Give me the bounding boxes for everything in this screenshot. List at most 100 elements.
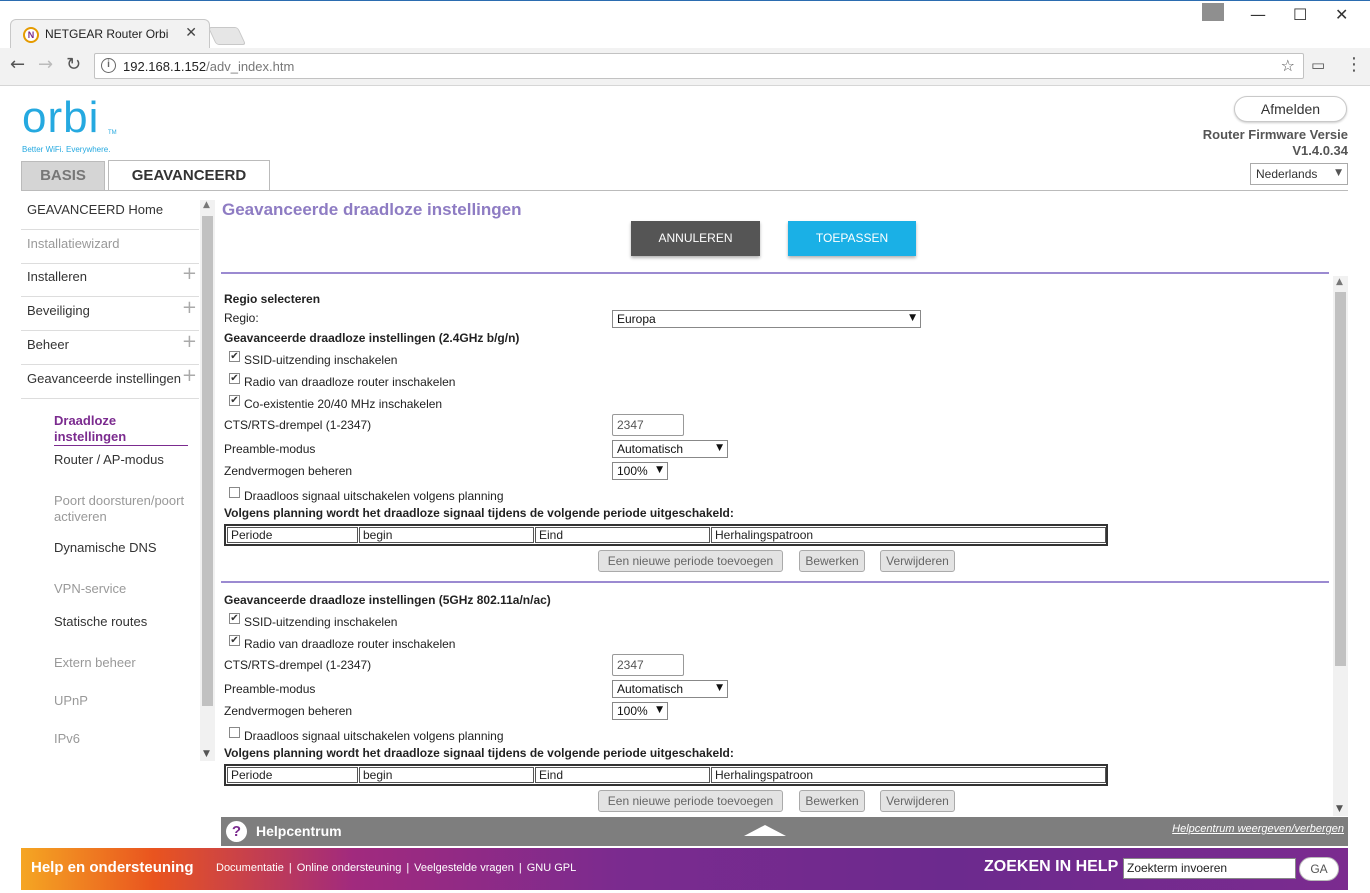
subnav-port-forwarding[interactable]: Poort doorsturen/poort activeren [54, 493, 194, 525]
link-documentation[interactable]: Documentatie [216, 862, 284, 874]
band24-power-select[interactable]: 100% ▼ [612, 462, 668, 480]
minimize-icon[interactable]: — [1250, 5, 1266, 24]
maximize-icon[interactable]: ☐ [1293, 5, 1307, 24]
forward-icon[interactable]: → [38, 54, 53, 75]
tab-advanced[interactable]: GEAVANCEERD [108, 160, 270, 191]
browser-titlebar: N NETGEAR Router Orbi ✕ — ☐ ✕ [0, 0, 1370, 49]
nav-setup[interactable]: Installeren + [21, 263, 199, 297]
band24-ssid-checkbox[interactable]: ✔ [229, 351, 240, 362]
subnav-remote-management[interactable]: Extern beheer [54, 655, 194, 671]
nav-security[interactable]: Beveiliging + [21, 297, 199, 331]
profile-icon[interactable] [1202, 3, 1224, 21]
scroll-up-icon[interactable]: ▲ [1336, 277, 1343, 287]
back-icon[interactable]: ← [10, 54, 25, 75]
cast-icon[interactable]: ▭ [1311, 56, 1325, 74]
section-divider [221, 581, 1329, 583]
bookmark-star-icon[interactable]: ☆ [1281, 56, 1295, 75]
band5-heading: Geavanceerde draadloze instellingen (5GH… [224, 593, 551, 607]
band5-edit-button[interactable]: Bewerken [799, 790, 865, 812]
scroll-thumb[interactable] [1335, 292, 1346, 666]
scroll-down-icon[interactable]: ▼ [203, 749, 210, 759]
menu-icon[interactable]: ⋮ [1345, 54, 1363, 75]
header-divider [221, 272, 1329, 274]
band5-schedule-checkbox[interactable] [229, 727, 240, 738]
expand-arrow-icon[interactable] [744, 825, 786, 836]
band5-preamble-select[interactable]: Automatisch ▼ [612, 680, 728, 698]
language-select[interactable]: Nederlands ▼ [1250, 163, 1348, 185]
window-close-icon[interactable]: ✕ [1335, 5, 1348, 24]
subnav-wireless-settings[interactable]: Draadloze instellingen [54, 413, 188, 446]
band24-cts-input[interactable]: 2347 [612, 414, 684, 436]
band24-cts-label: CTS/RTS-drempel (1-2347) [224, 418, 372, 432]
band5-power-label: Zendvermogen beheren [224, 704, 353, 718]
scroll-thumb[interactable] [202, 216, 213, 706]
band24-add-period-button[interactable]: Een nieuwe periode toevoegen [598, 550, 783, 572]
link-gnu-gpl[interactable]: GNU GPL [527, 862, 577, 874]
subnav-ipv6[interactable]: IPv6 [54, 731, 194, 747]
link-faq[interactable]: Veelgestelde vragen [414, 862, 514, 874]
scroll-up-icon[interactable]: ▲ [203, 200, 210, 210]
band5-schedule-label: Draadloos signaal uitschakelen volgens p… [244, 729, 504, 743]
nav-administration[interactable]: Beheer + [21, 331, 199, 365]
band24-coexistence-label: Co-existentie 20/40 MHz inschakelen [244, 397, 443, 411]
schedule-header-begin: begin [359, 527, 534, 543]
band24-heading: Geavanceerde draadloze instellingen (2.4… [224, 331, 520, 345]
nav-advanced-settings[interactable]: Geavanceerde instellingen + [21, 365, 199, 399]
expand-plus-icon[interactable]: + [182, 331, 197, 352]
address-bar[interactable]: i 192.168.1.152/adv_index.htm ☆ [94, 53, 1304, 79]
logout-button[interactable]: Afmelden [1234, 96, 1347, 122]
subnav-router-ap-mode[interactable]: Router / AP-modus [54, 452, 194, 468]
main-scrollbar[interactable]: ▲ ▼ [1333, 276, 1348, 816]
subnav-dynamic-dns[interactable]: Dynamische DNS [54, 540, 194, 556]
help-search-go-button[interactable]: GA [1299, 857, 1339, 881]
band5-schedule-note: Volgens planning wordt het draadloze sig… [224, 746, 734, 760]
netgear-favicon-icon: N [23, 27, 39, 43]
band24-edit-button[interactable]: Bewerken [799, 550, 865, 572]
reload-icon[interactable]: ↻ [66, 54, 81, 75]
band5-schedule-table: Periode begin Eind Herhalingspatroon [224, 764, 1108, 786]
schedule-header-end: Eind [535, 767, 710, 783]
dropdown-arrow-icon: ▼ [716, 443, 723, 453]
left-nav-scrollbar[interactable]: ▲ ▼ [200, 200, 215, 761]
region-heading: Regio selecteren [224, 292, 321, 306]
nav-setup-wizard[interactable]: Installatiewizard [21, 230, 199, 264]
dropdown-arrow-icon: ▼ [909, 313, 916, 323]
tab-close-icon[interactable]: ✕ [185, 25, 197, 41]
band5-ssid-checkbox[interactable]: ✔ [229, 613, 240, 624]
apply-button[interactable]: TOEPASSEN [788, 221, 916, 256]
expand-plus-icon[interactable]: + [182, 365, 197, 386]
nav-advanced-home[interactable]: GEAVANCEERD Home [21, 196, 199, 230]
cancel-button[interactable]: ANNULEREN [631, 221, 760, 256]
browser-tab[interactable]: N NETGEAR Router Orbi ✕ [10, 19, 210, 49]
band5-delete-button[interactable]: Verwijderen [880, 790, 955, 812]
expand-plus-icon[interactable]: + [182, 297, 197, 318]
orbi-logo: orbi [22, 93, 100, 142]
band24-preamble-label: Preamble-modus [224, 442, 316, 456]
band5-cts-input[interactable]: 2347 [612, 654, 684, 676]
tab-basis[interactable]: BASIS [21, 161, 105, 190]
subnav-static-routes[interactable]: Statische routes [54, 614, 194, 630]
band5-cts-label: CTS/RTS-drempel (1-2347) [224, 658, 372, 672]
subnav-vpn-service[interactable]: VPN-service [54, 581, 194, 597]
scroll-down-icon[interactable]: ▼ [1336, 804, 1343, 814]
logo-tagline: Better WiFi. Everywhere. [22, 145, 111, 154]
band24-radio-checkbox[interactable]: ✔ [229, 373, 240, 384]
help-search-input[interactable]: Zoekterm invoeren [1123, 858, 1296, 879]
band5-power-select[interactable]: 100% ▼ [612, 702, 668, 720]
band24-coexistence-checkbox[interactable]: ✔ [229, 395, 240, 406]
link-online-support[interactable]: Online ondersteuning [297, 862, 402, 874]
helpcenter-toggle-link[interactable]: Helpcentrum weergeven/verbergen [1172, 823, 1344, 835]
band24-schedule-checkbox[interactable] [229, 487, 240, 498]
band5-radio-checkbox[interactable]: ✔ [229, 635, 240, 646]
band24-delete-button[interactable]: Verwijderen [880, 550, 955, 572]
subnav-upnp[interactable]: UPnP [54, 693, 194, 709]
region-select[interactable]: Europa ▼ [612, 310, 921, 328]
tab-divider [21, 190, 1348, 191]
info-icon[interactable]: i [101, 58, 116, 73]
expand-plus-icon[interactable]: + [182, 263, 197, 284]
band5-add-period-button[interactable]: Een nieuwe periode toevoegen [598, 790, 783, 812]
band24-preamble-select[interactable]: Automatisch ▼ [612, 440, 728, 458]
new-tab-button[interactable] [207, 27, 247, 45]
band24-schedule-note: Volgens planning wordt het draadloze sig… [224, 506, 734, 520]
footer-links: Documentatie | Online ondersteuning | Veelge… [216, 862, 577, 874]
